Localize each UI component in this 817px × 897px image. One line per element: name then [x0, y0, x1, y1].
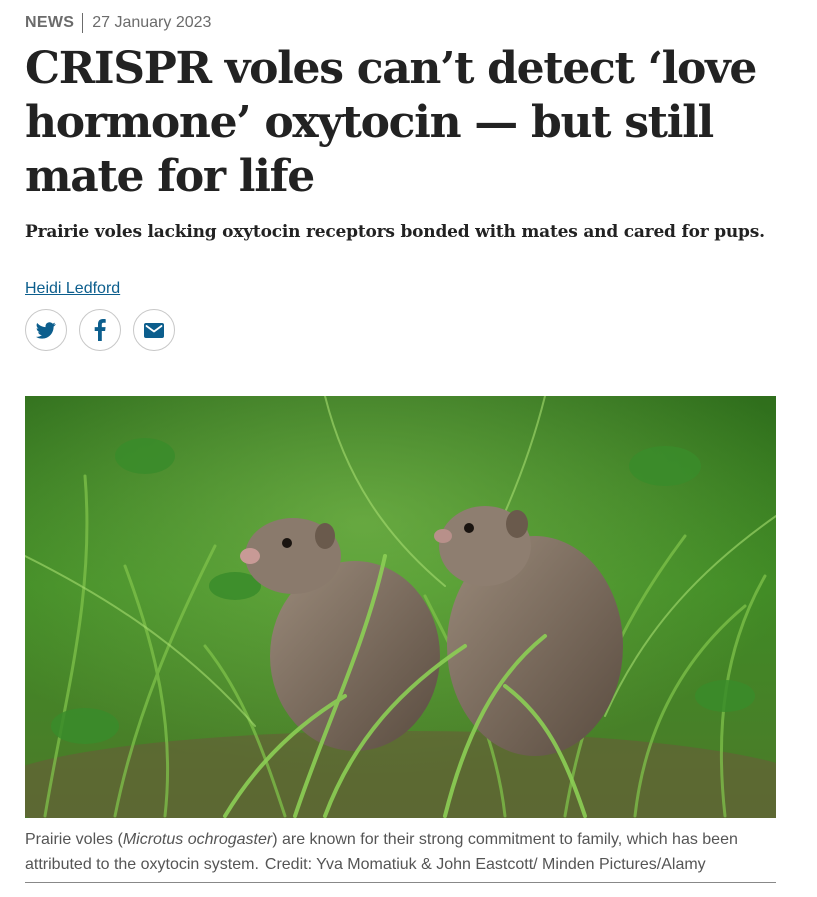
article-meta: NEWS 27 January 2023 — [25, 12, 211, 34]
article-type: NEWS — [25, 14, 75, 31]
article-standfirst: Prairie voles lacking oxytocin receptors… — [25, 222, 765, 242]
caption-text-start: Prairie voles ( — [25, 831, 123, 848]
photo-credit: Credit: Yva Momatiuk & John Eastcott/ Mi… — [264, 856, 706, 873]
email-icon — [144, 322, 164, 338]
photo-caption: Prairie voles (Microtus ochrogaster) are… — [25, 827, 776, 877]
author-link[interactable]: Heidi Ledford — [25, 280, 120, 298]
meta-divider — [82, 13, 84, 33]
facebook-icon — [94, 319, 106, 341]
share-twitter-button[interactable] — [25, 309, 67, 351]
publish-date: 27 January 2023 — [92, 14, 212, 31]
prairie-voles-photo — [25, 396, 776, 818]
share-facebook-button[interactable] — [79, 309, 121, 351]
caption-divider — [25, 882, 776, 883]
caption-species: Microtus ochrogaster — [122, 831, 273, 848]
share-email-button[interactable] — [133, 309, 175, 351]
twitter-icon — [36, 321, 56, 339]
article-title: CRISPR voles can’t detect ‘love hormone’… — [25, 43, 757, 202]
article-photo — [25, 396, 776, 818]
